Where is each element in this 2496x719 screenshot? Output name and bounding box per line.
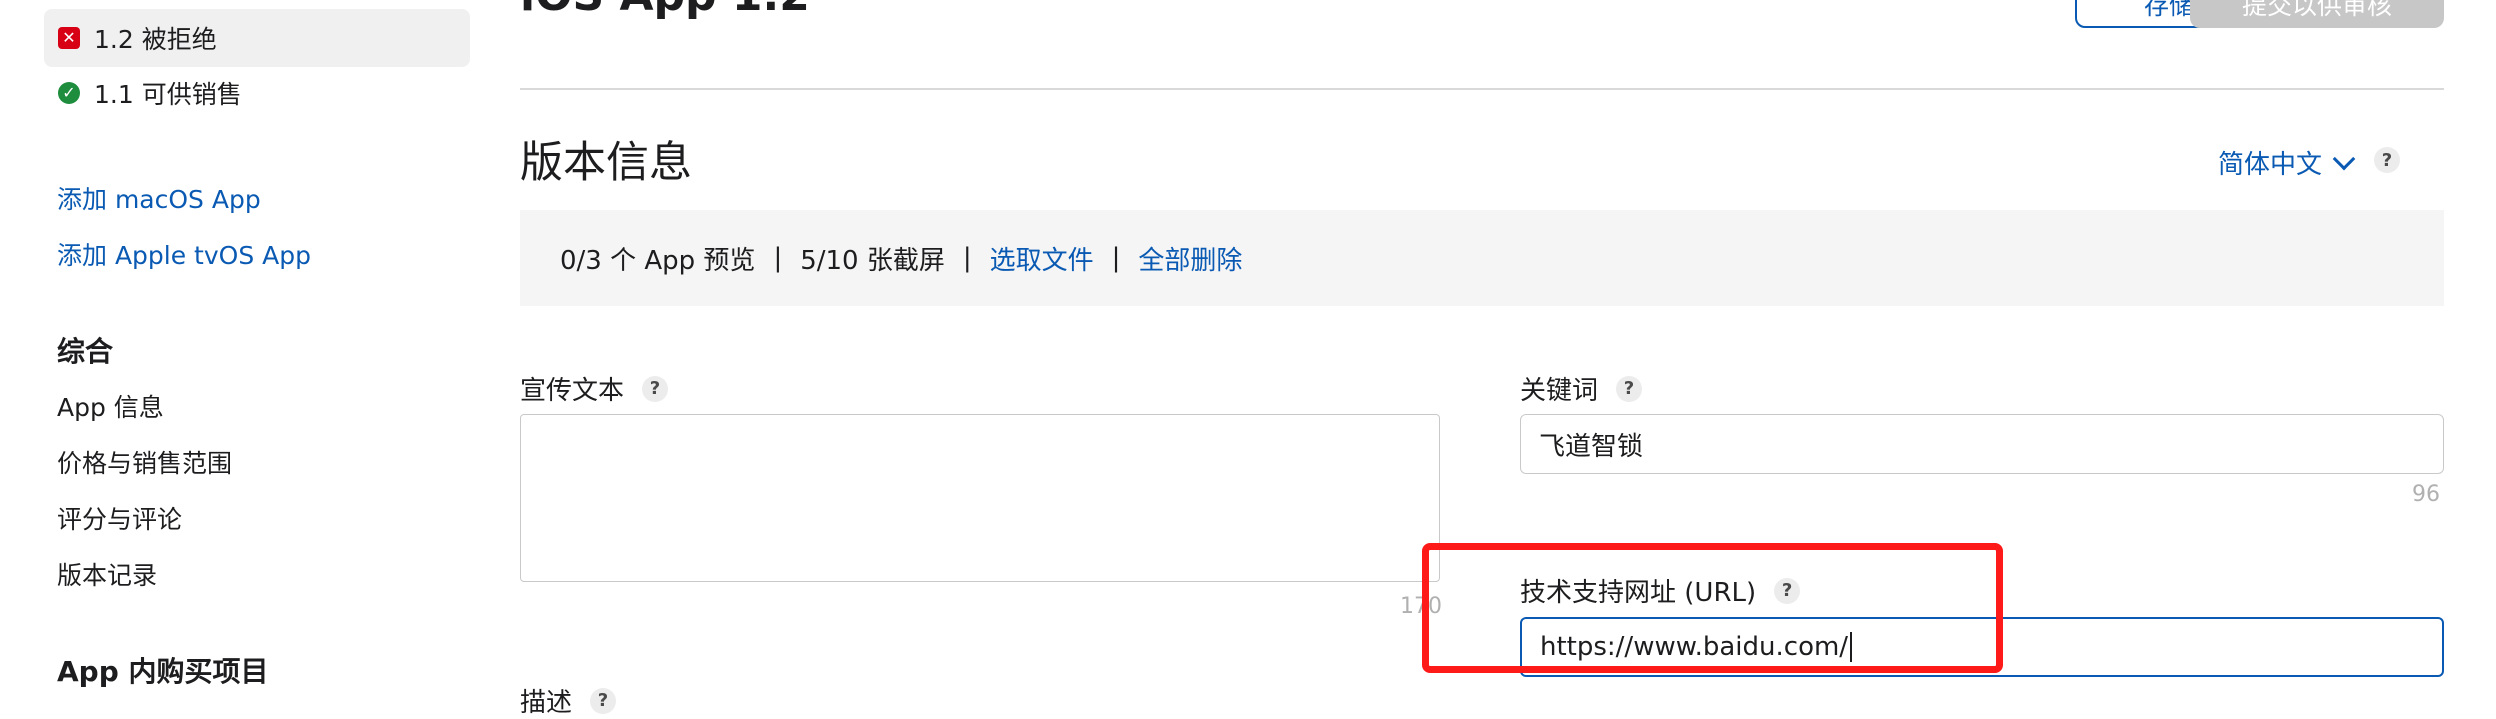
separator: |: [773, 243, 783, 273]
media-summary-bar: 0/3 个 App 预览 | 5/10 张截屏 | 选取文件 | 全部删除: [520, 210, 2444, 306]
app-preview-count: 0/3 个 App 预览: [560, 245, 756, 276]
keywords-help-icon[interactable]: ?: [1616, 375, 1643, 402]
promo-text-label-text: 宣传文本: [520, 376, 625, 406]
keywords-field[interactable]: 飞道智锁: [1520, 414, 2444, 474]
promo-text-help-icon[interactable]: ?: [642, 375, 669, 402]
language-select[interactable]: 简体中文: [2218, 144, 2356, 181]
sidebar-item-app-info[interactable]: App 信息: [57, 388, 164, 424]
version-item-ready[interactable]: ✓ 1.1 可供销售: [44, 64, 470, 122]
sidebar-item-ratings[interactable]: 评分与评论: [57, 500, 182, 536]
promo-text-field[interactable]: [520, 414, 1440, 582]
version-item-rejected[interactable]: ✕ 1.2 被拒绝: [44, 9, 470, 67]
rejected-x-icon: ✕: [58, 27, 80, 49]
keywords-counter: 96: [2412, 482, 2440, 507]
screenshot-count: 5/10 张截屏: [800, 245, 945, 276]
keywords-label-text: 关键词: [1520, 376, 1599, 406]
annotation-highlight-box: [1422, 543, 2003, 673]
promo-text-label: 宣传文本 ?: [520, 370, 669, 407]
language-help-icon[interactable]: ?: [2374, 147, 2400, 173]
separator: |: [962, 243, 972, 273]
check-circle-icon: ✓: [58, 82, 80, 104]
delete-all-link[interactable]: 全部删除: [1138, 240, 1242, 277]
description-help-icon[interactable]: ?: [590, 687, 617, 714]
keywords-label: 关键词 ?: [1520, 370, 1643, 407]
page-title: iOS App 1.2: [520, 0, 810, 21]
choose-file-link[interactable]: 选取文件: [990, 240, 1094, 277]
sidebar-item-version-history[interactable]: 版本记录: [57, 556, 157, 592]
iap-heading: App 内购买项目: [57, 655, 269, 688]
add-macos-app-link[interactable]: 添加 macOS App: [57, 180, 261, 216]
add-tvos-app-link[interactable]: 添加 Apple tvOS App: [57, 236, 311, 272]
separator: |: [1111, 243, 1121, 273]
description-label-text: 描述: [520, 688, 573, 718]
chevron-down-icon: [2332, 147, 2356, 170]
general-heading: 综合: [57, 335, 114, 368]
version-label: 1.2 被拒绝: [94, 25, 217, 54]
submit-for-review-button[interactable]: 提交以供审核: [2190, 0, 2444, 28]
language-label: 简体中文: [2218, 150, 2323, 180]
sidebar-item-pricing[interactable]: 价格与销售范围: [57, 444, 232, 480]
description-label: 描述 ?: [520, 682, 617, 719]
version-info-title: 版本信息: [520, 138, 692, 188]
header-divider: [520, 88, 2444, 90]
version-label: 1.1 可供销售: [94, 80, 242, 109]
